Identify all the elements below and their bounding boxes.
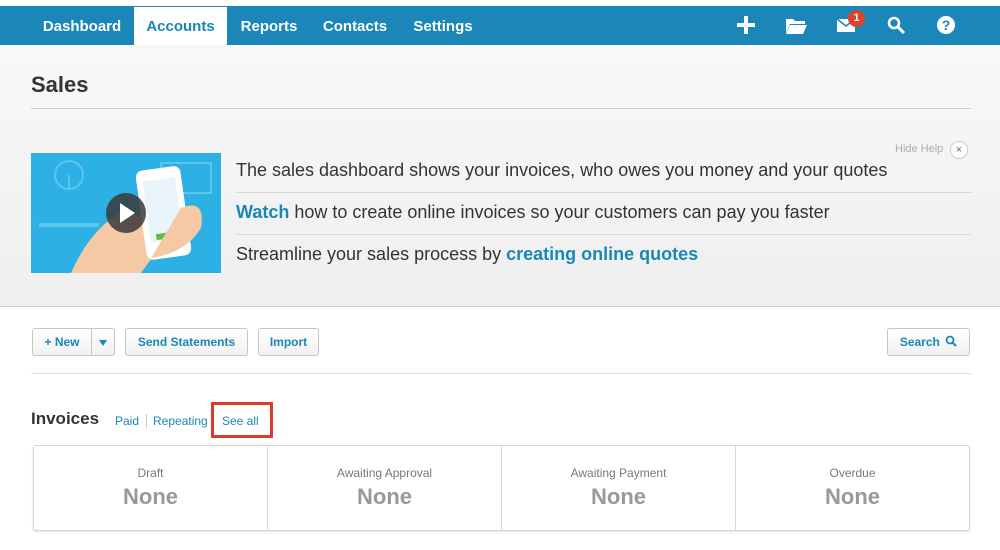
stat-value: None bbox=[123, 484, 178, 509]
help-icon[interactable]: ? bbox=[933, 12, 959, 38]
top-edge bbox=[0, 0, 1000, 6]
toolbar-divider bbox=[31, 373, 971, 374]
new-dropdown-button[interactable] bbox=[91, 328, 115, 356]
paid-link[interactable]: Paid bbox=[115, 414, 139, 428]
import-button[interactable]: Import bbox=[258, 328, 319, 356]
tab-reports[interactable]: Reports bbox=[231, 7, 307, 45]
stat-draft[interactable]: Draft None bbox=[34, 446, 268, 530]
tab-dashboard[interactable]: Dashboard bbox=[31, 7, 133, 45]
stat-value: None bbox=[825, 484, 880, 509]
stat-label: Draft bbox=[137, 466, 164, 480]
folder-icon[interactable] bbox=[783, 12, 809, 38]
svg-text:?: ? bbox=[942, 17, 951, 33]
help-divider bbox=[236, 234, 971, 235]
help-video-thumbnail[interactable] bbox=[31, 153, 221, 273]
search-button-label: Search bbox=[899, 335, 940, 349]
stat-overdue[interactable]: Overdue None bbox=[736, 446, 969, 530]
close-icon[interactable]: × bbox=[950, 141, 968, 159]
mail-badge: 1 bbox=[848, 10, 865, 27]
invoices-heading: Invoices bbox=[31, 409, 100, 428]
search-button[interactable]: Search bbox=[887, 328, 970, 356]
watch-link[interactable]: Watch bbox=[236, 202, 289, 222]
stat-label: Overdue bbox=[829, 466, 876, 480]
page-title: Sales bbox=[31, 72, 89, 97]
send-statements-button[interactable]: Send Statements bbox=[125, 328, 248, 356]
title-divider bbox=[31, 108, 971, 109]
creating-online-quotes-link[interactable]: creating online quotes bbox=[506, 244, 698, 264]
link-divider bbox=[146, 414, 147, 428]
help-text-quotes: Streamline your sales process by creatin… bbox=[236, 244, 698, 265]
see-all-highlight bbox=[211, 402, 273, 438]
watch-text: how to create online invoices so your cu… bbox=[289, 202, 830, 222]
help-text-watch: Watch how to create online invoices so y… bbox=[236, 202, 830, 223]
search-icon[interactable] bbox=[883, 12, 909, 38]
help-divider bbox=[236, 192, 971, 193]
stat-awaiting-approval[interactable]: Awaiting Approval None bbox=[268, 446, 502, 530]
tab-accounts[interactable]: Accounts bbox=[134, 7, 227, 45]
new-button[interactable]: + New bbox=[32, 328, 92, 356]
tab-settings[interactable]: Settings bbox=[405, 7, 481, 45]
tab-contacts[interactable]: Contacts bbox=[314, 7, 396, 45]
invoice-stats: Draft None Awaiting Approval None Awaiti… bbox=[33, 445, 970, 531]
repeating-link[interactable]: Repeating bbox=[153, 414, 208, 428]
stat-value: None bbox=[357, 484, 412, 509]
stat-awaiting-payment[interactable]: Awaiting Payment None bbox=[502, 446, 736, 530]
quotes-text: Streamline your sales process by bbox=[236, 244, 507, 264]
chevron-down-icon bbox=[99, 340, 107, 346]
hide-help-link[interactable]: Hide Help bbox=[895, 143, 943, 155]
plus-icon[interactable] bbox=[733, 12, 759, 38]
stat-label: Awaiting Approval bbox=[336, 466, 433, 480]
search-icon bbox=[945, 335, 957, 347]
stat-label: Awaiting Payment bbox=[570, 466, 667, 480]
help-text-dashboard: The sales dashboard shows your invoices,… bbox=[236, 160, 888, 180]
stat-value: None bbox=[591, 484, 646, 509]
